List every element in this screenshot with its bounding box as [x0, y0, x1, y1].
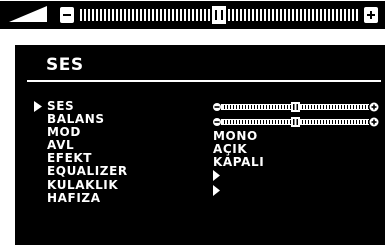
minus-icon	[213, 118, 221, 127]
volume-slider-thumb[interactable]	[212, 6, 226, 24]
plus-icon	[369, 102, 379, 112]
sound-menu: SES SES BALANS MOD AVL EFEKT EQUALIZER K…	[15, 45, 385, 245]
title-divider	[27, 80, 381, 82]
minus-icon	[213, 103, 221, 111]
menu-value-list: MONO AÇIK KAPALI	[213, 100, 379, 211]
menu-item-list: SES BALANS MOD AVL EFEKT EQUALIZER KULAK…	[34, 99, 128, 205]
volume-ramp-icon	[9, 6, 47, 22]
menu-item-hafiza[interactable]: HAFIZA	[47, 190, 128, 205]
balans-level-slider[interactable]	[213, 117, 379, 128]
minus-icon	[60, 7, 74, 23]
hafiza-value-row	[213, 198, 379, 211]
menu-item-label: SES	[47, 99, 75, 113]
plus-icon	[369, 117, 379, 127]
plus-icon	[364, 7, 378, 23]
menu-title-bar: SES	[27, 55, 381, 79]
selection-arrow-icon	[34, 101, 42, 112]
slider-thumb[interactable]	[291, 117, 300, 128]
menu-item-label: AVL	[47, 138, 75, 153]
slider-thumb[interactable]	[291, 102, 300, 112]
equalizer-value-row	[213, 170, 379, 183]
menu-item-label: EFEKT	[47, 151, 93, 166]
ses-level-slider[interactable]	[213, 102, 379, 112]
menu-item-label: HAFIZA	[47, 190, 101, 205]
menu-item-label: BALANS	[47, 112, 105, 127]
menu-item-label: KULAKLIK	[47, 177, 119, 192]
kulaklik-value-row	[213, 184, 379, 198]
submenu-arrow-icon[interactable]	[213, 170, 220, 182]
volume-slider[interactable]	[60, 6, 378, 24]
efekt-value[interactable]: KAPALI	[213, 156, 379, 169]
menu-title: SES	[46, 55, 84, 75]
ses-value-row	[213, 102, 379, 115]
submenu-arrow-icon[interactable]	[213, 184, 220, 196]
menu-item-label: MOD	[47, 125, 81, 140]
volume-osd-bar	[0, 1, 385, 29]
menu-item-label: EQUALIZER	[47, 164, 128, 179]
